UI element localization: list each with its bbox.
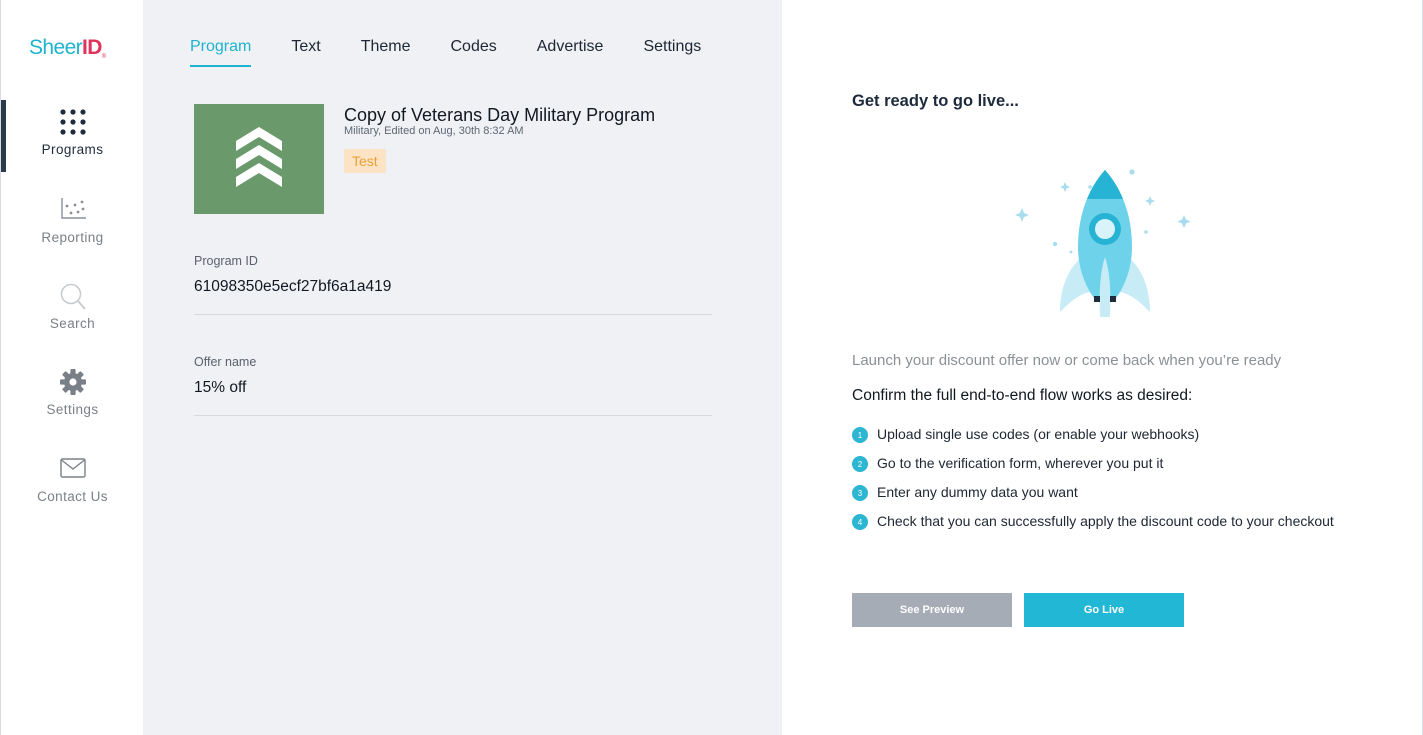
step-text: Check that you can successfully apply th… xyxy=(877,512,1334,529)
program-title: Copy of Veterans Day Military Program xyxy=(344,105,656,125)
offer-name-field: Offer name 15% off xyxy=(194,355,712,416)
program-details-panel: Program Text Theme Codes Advertise Setti… xyxy=(143,0,782,735)
launch-description: Launch your discount offer now or come b… xyxy=(852,352,1282,369)
step-text: Go to the verification form, wherever yo… xyxy=(877,454,1164,471)
rocket-icon xyxy=(1010,162,1200,332)
program-image xyxy=(194,104,324,214)
scatter-chart-icon xyxy=(1,196,144,226)
sidebar-item-label: Contact Us xyxy=(37,489,108,504)
tab-settings[interactable]: Settings xyxy=(643,38,701,67)
sidebar-item-label: Settings xyxy=(46,402,99,417)
step-text: Enter any dummy data you want xyxy=(877,483,1078,500)
offer-name-label: Offer name xyxy=(194,355,257,369)
program-id-value[interactable]: 61098350e5ecf27bf6a1a419 xyxy=(194,278,712,296)
program-subtitle: Military, Edited on Aug, 30th 8:32 AM xyxy=(344,125,524,137)
status-badge: Test xyxy=(344,149,386,173)
step-number-badge: 3 xyxy=(852,485,868,501)
grid-icon xyxy=(1,108,144,138)
envelope-icon xyxy=(1,455,144,485)
tab-program[interactable]: Program xyxy=(190,38,252,67)
go-live-button[interactable]: Go Live xyxy=(1024,593,1184,627)
tab-advertise[interactable]: Advertise xyxy=(537,38,604,67)
go-live-title: Get ready to go live... xyxy=(852,92,1019,110)
tab-theme[interactable]: Theme xyxy=(361,38,411,67)
search-icon xyxy=(1,282,144,312)
offer-name-value[interactable]: 15% off xyxy=(194,379,712,397)
sidebar-item-programs[interactable]: Programs xyxy=(1,108,144,157)
sidebar-item-label: Reporting xyxy=(41,230,104,245)
see-preview-button[interactable]: See Preview xyxy=(852,593,1012,627)
step-number-badge: 4 xyxy=(852,514,868,530)
sidebar-item-contact-us[interactable]: Contact Us xyxy=(1,455,144,504)
step-number-badge: 2 xyxy=(852,456,868,472)
chevron-stack-icon xyxy=(236,126,282,192)
sidebar: SheerID® Programs Reporting Search Setti… xyxy=(0,0,143,735)
sidebar-item-label: Search xyxy=(49,316,96,331)
tab-codes[interactable]: Codes xyxy=(451,38,497,67)
confirm-instructions: Confirm the full end-to-end flow works a… xyxy=(852,387,1193,404)
list-item: 1 Upload single use codes (or enable you… xyxy=(852,419,1334,448)
go-live-steps: 1 Upload single use codes (or enable you… xyxy=(852,419,1334,535)
sheerid-logo[interactable]: SheerID® xyxy=(29,36,106,60)
list-item: 4 Check that you can successfully apply … xyxy=(852,506,1334,535)
sidebar-item-reporting[interactable]: Reporting xyxy=(1,196,144,245)
gear-icon xyxy=(1,368,144,398)
tab-text[interactable]: Text xyxy=(291,38,320,67)
list-item: 3 Enter any dummy data you want xyxy=(852,477,1334,506)
logo-id-text: ID xyxy=(82,36,102,59)
program-id-label: Program ID xyxy=(194,254,258,268)
program-id-field: Program ID 61098350e5ecf27bf6a1a419 xyxy=(194,254,712,315)
sidebar-item-label: Programs xyxy=(41,142,104,157)
program-tabs: Program Text Theme Codes Advertise Setti… xyxy=(190,38,741,67)
list-item: 2 Go to the verification form, wherever … xyxy=(852,448,1334,477)
sidebar-item-search[interactable]: Search xyxy=(1,282,144,331)
step-text: Upload single use codes (or enable your … xyxy=(877,425,1200,442)
logo-trademark: ® xyxy=(101,54,106,60)
step-number-badge: 1 xyxy=(852,427,868,443)
go-live-panel: Get ready to go live... Launch your disc… xyxy=(782,0,1423,735)
sidebar-item-settings[interactable]: Settings xyxy=(1,368,144,417)
logo-sheer-text: Sheer xyxy=(29,36,83,59)
